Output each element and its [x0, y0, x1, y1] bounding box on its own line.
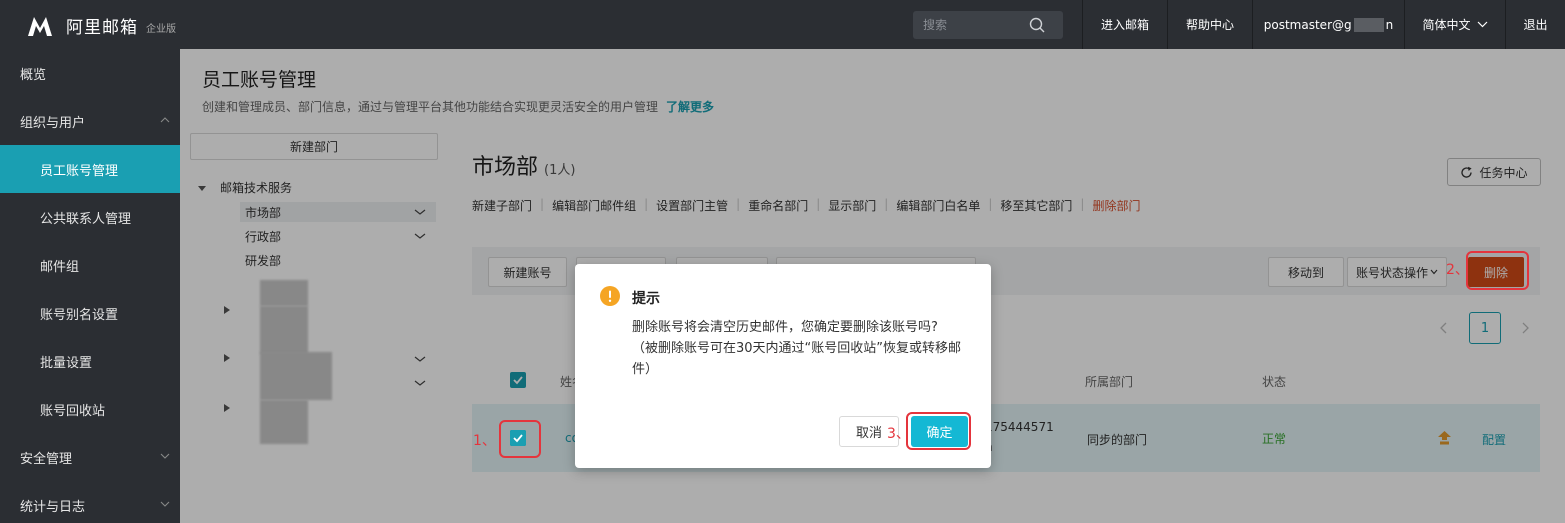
search-box — [913, 11, 1063, 39]
search-input[interactable] — [913, 11, 1023, 39]
sidebar-item-label: 概览 — [20, 67, 47, 83]
enter-mailbox-link[interactable]: 进入邮箱 — [1082, 0, 1167, 49]
warning-icon — [600, 286, 620, 306]
chevron-down-icon — [160, 453, 170, 459]
app-edition: 企业版 — [146, 24, 176, 35]
sidebar-item-label: 组织与用户 — [20, 115, 86, 131]
sidebar-item-security[interactable]: 安全管理 — [0, 433, 180, 481]
sidebar-item-label: 安全管理 — [20, 451, 73, 467]
dialog-message-line1: 删除账号将会清空历史邮件，您确定要删除该账号吗? — [632, 320, 938, 335]
logout-link[interactable]: 退出 — [1505, 0, 1565, 49]
sidebar-item-label: 账号别名设置 — [40, 307, 119, 323]
help-center-label: 帮助中心 — [1185, 18, 1234, 32]
row-checkbox-highlighted[interactable] — [510, 430, 526, 446]
logo-icon — [28, 16, 52, 36]
logout-label: 退出 — [1523, 18, 1548, 32]
chevron-down-icon — [1477, 21, 1487, 28]
dialog-message: 删除账号将会清空历史邮件，您确定要删除该账号吗? （被删除账号可在30天内通过“… — [632, 317, 964, 380]
sidebar-item-batch-settings[interactable]: 批量设置 — [0, 337, 180, 385]
sidebar-item-org-users[interactable]: 组织与用户 — [0, 97, 180, 145]
account-label-tail: n — [1385, 17, 1394, 32]
account-redacted — [1353, 17, 1384, 32]
account-label: postmaster@g — [1263, 17, 1352, 32]
sidebar-item-overview[interactable]: 概览 — [0, 49, 180, 97]
sidebar-item-account-alias[interactable]: 账号别名设置 — [0, 289, 180, 337]
account-menu[interactable]: postmaster@g n — [1252, 0, 1404, 49]
sidebar-item-label: 批量设置 — [40, 355, 93, 371]
dialog-message-line2: （被删除账号可在30天内通过“账号回收站”恢复或转移邮件） — [632, 341, 962, 377]
app-logo[interactable]: 阿里邮箱 企业版 — [26, 13, 176, 38]
search-icon[interactable] — [1029, 17, 1045, 33]
dialog-title: 提示 — [632, 291, 660, 307]
chevron-down-icon — [160, 501, 170, 507]
highlight-box-delete — [1466, 251, 1529, 290]
highlight-box-confirm — [906, 412, 971, 450]
sidebar-item-label: 员工账号管理 — [40, 163, 119, 179]
confirm-dialog: 提示 删除账号将会清空历史邮件，您确定要删除该账号吗? （被删除账号可在30天内… — [575, 264, 991, 468]
sidebar-item-account-recycle-bin[interactable]: 账号回收站 — [0, 385, 180, 433]
enter-mailbox-label: 进入邮箱 — [1100, 18, 1149, 32]
sidebar: 概览 组织与用户 员工账号管理 公共联系人管理 邮件组 账号别名设置 批量设置 … — [0, 49, 180, 523]
language-label: 简体中文 — [1422, 18, 1471, 32]
sidebar-item-mail-groups[interactable]: 邮件组 — [0, 241, 180, 289]
check-icon — [513, 434, 523, 443]
sidebar-item-label: 公共联系人管理 — [40, 211, 132, 227]
chevron-up-icon — [160, 117, 170, 123]
app-name: 阿里邮箱 — [66, 18, 138, 38]
help-center-link[interactable]: 帮助中心 — [1167, 0, 1252, 49]
sidebar-item-label: 统计与日志 — [20, 499, 86, 515]
sidebar-item-stats-logs[interactable]: 统计与日志 — [0, 481, 180, 523]
step-label-1: 1、 — [473, 433, 496, 449]
sidebar-item-label: 账号回收站 — [40, 403, 106, 419]
top-bar: 阿里邮箱 企业版 进入邮箱 帮助中心 postmaster@g n 简体中文 退… — [0, 0, 1565, 49]
sidebar-item-employee-accounts[interactable]: 员工账号管理 — [0, 145, 180, 193]
sidebar-item-label: 邮件组 — [40, 259, 80, 275]
language-select[interactable]: 简体中文 — [1404, 0, 1505, 49]
step-label-2: 2、 — [1446, 262, 1469, 278]
sidebar-item-public-contacts[interactable]: 公共联系人管理 — [0, 193, 180, 241]
